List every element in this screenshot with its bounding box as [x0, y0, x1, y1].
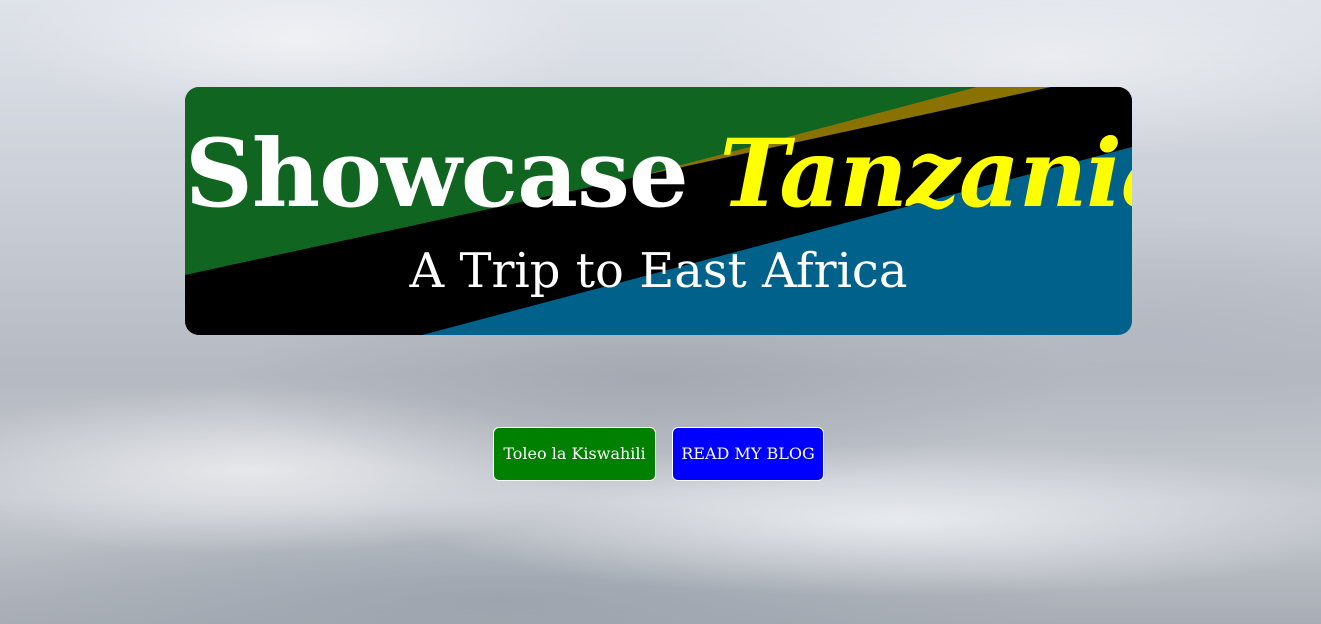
hero-banner: Showcase Tanzania A Trip to East Africa [185, 87, 1132, 335]
page-subtitle: A Trip to East Africa [409, 243, 908, 299]
page-title: Showcase Tanzania [185, 127, 1132, 221]
read-blog-button[interactable]: READ MY BLOG [672, 427, 824, 481]
title-accent: Tanzania [719, 119, 1132, 229]
swahili-version-button[interactable]: Toleo la Kiswahili [493, 427, 656, 481]
title-main: Showcase [185, 119, 689, 229]
